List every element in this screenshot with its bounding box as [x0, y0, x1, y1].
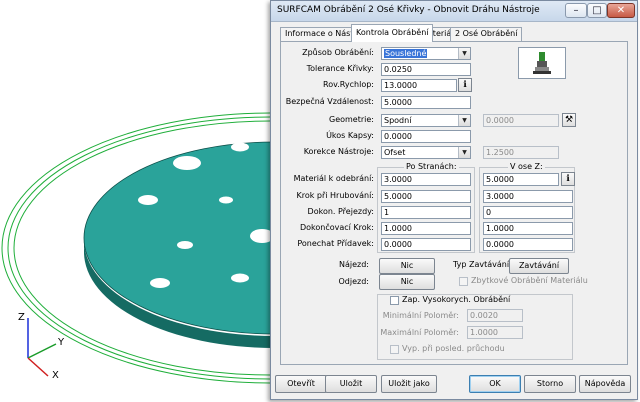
tolerance-label: Tolerance Křivky: — [306, 64, 374, 73]
ukos-input[interactable]: 0.0000 — [381, 130, 471, 143]
pass-row-label: Krok při Hrubování: — [296, 191, 374, 200]
pass-side-input[interactable]: 1 — [381, 206, 471, 219]
chevron-down-icon: ▼ — [458, 115, 470, 126]
korekce-label: Korekce Nástroje: — [303, 147, 374, 156]
ulozit-button[interactable]: Uložit — [325, 375, 377, 393]
zpusob-label: Způsob Obrábění: — [302, 48, 374, 57]
hole — [173, 156, 201, 170]
pass-side-input[interactable]: 0.0000 — [381, 238, 471, 251]
hsm-max-input[interactable]: 1.0000 — [467, 326, 523, 339]
hsm-vyp-label: Vyp. při posled. průchodu — [402, 344, 505, 353]
pass-side-input[interactable]: 1.0000 — [381, 222, 471, 235]
zbytkove-label: Zbytkové Obrábění Materiálu — [471, 276, 588, 285]
toolpath-dialog: SURFCAM Obrábění 2 Osé Křivky - Obnovit … — [270, 0, 638, 400]
odjezd-label: Odjezd: — [338, 277, 370, 286]
x-axis-line — [27, 357, 49, 377]
pass-z-input[interactable]: 0 — [483, 206, 573, 219]
maximize-button[interactable]: □ — [587, 3, 607, 18]
hole — [231, 273, 249, 283]
hsm-min-input[interactable]: 0.0020 — [467, 309, 523, 322]
info-icon[interactable]: ℹ — [561, 172, 575, 186]
hole — [219, 196, 233, 204]
geometrie-label: Geometrie: — [329, 115, 374, 124]
typ-label: Typ Zavtávání: — [453, 260, 512, 269]
tab-kontrola-obrabeni[interactable]: Kontrola Obrábění — [351, 24, 434, 42]
wrench-icon[interactable]: ⚒ — [562, 113, 576, 127]
zpusob-select[interactable]: Sousledné ▼ — [381, 47, 471, 60]
hsm-vyp-checkbox[interactable] — [390, 345, 399, 354]
y-axis-line — [27, 343, 57, 359]
tolerance-input[interactable]: 0.0250 — [381, 63, 471, 76]
pass-z-input[interactable]: 1.0000 — [483, 222, 573, 235]
napoveda-button[interactable]: Nápověda — [579, 375, 631, 393]
korekce-extra-input[interactable]: 1.2500 — [483, 146, 559, 159]
korekce-select[interactable]: Ofset ▼ — [381, 146, 471, 159]
storno-button[interactable]: Storno — [524, 375, 576, 393]
hsm-max-label: Maximální Poloměr: — [380, 328, 459, 337]
chevron-down-icon: ▼ — [458, 48, 470, 59]
geometrie-select[interactable]: Spodní ▼ — [381, 114, 471, 127]
pass-row-label: Dokon. Přejezdy: — [307, 207, 374, 216]
otevrit-button[interactable]: Otevřít — [275, 375, 327, 393]
ulozit-jako-button[interactable]: Uložit jako — [381, 375, 437, 393]
zbytkove-checkbox[interactable] — [459, 277, 468, 286]
hole — [177, 241, 193, 249]
dialog-title: SURFCAM Obrábění 2 Osé Křivky - Obnovit … — [277, 5, 540, 15]
zpusob-value: Sousledné — [384, 49, 428, 58]
geometrie-value: Spodní — [384, 116, 412, 125]
dialog-titlebar[interactable]: SURFCAM Obrábění 2 Osé Křivky - Obnovit … — [271, 1, 637, 22]
po-stranach-title: Po Stranách: — [404, 162, 459, 171]
rov-input[interactable]: 13.0000 — [381, 79, 457, 92]
pass-side-input[interactable]: 5.0000 — [381, 190, 471, 203]
pass-z-input[interactable]: 0.0000 — [483, 238, 573, 251]
geometrie-extra-input[interactable]: 0.0000 — [483, 114, 559, 127]
v-ose-z-title: V ose Z: — [508, 162, 545, 171]
minimize-button[interactable]: – — [565, 3, 587, 18]
pass-side-input[interactable]: 3.0000 — [381, 173, 471, 186]
odjezd-button[interactable]: Nic — [379, 274, 435, 290]
info-icon[interactable]: ℹ — [458, 78, 472, 92]
z-axis-label: Z — [18, 312, 25, 323]
hsm-enable-label: Zap. Vysokorych. Obrábění — [402, 295, 513, 304]
tool-icon — [533, 52, 551, 74]
tool-preview — [518, 47, 566, 79]
pass-row-label: Materiál k odebrání: — [293, 174, 374, 183]
hole — [231, 142, 249, 152]
bezp-label: Bezpečná Vzdálenost: — [285, 97, 374, 106]
hsm-enable-checkbox[interactable] — [390, 296, 399, 305]
hole — [138, 195, 158, 205]
rov-label: Rov.Rychlop: — [323, 80, 374, 89]
chevron-down-icon: ▼ — [458, 147, 470, 158]
pass-z-input[interactable]: 5.0000 — [483, 173, 559, 186]
y-axis-label: Y — [58, 337, 65, 348]
najezd-label: Nájezd: — [338, 260, 369, 269]
x-axis-label: X — [52, 370, 59, 381]
korekce-value: Ofset — [384, 148, 406, 157]
pass-z-input[interactable]: 3.0000 — [483, 190, 573, 203]
ukos-label: Úkos Kapsy: — [326, 131, 374, 140]
pass-row-label: Ponechat Přídavek: — [297, 239, 374, 248]
close-button[interactable]: ✕ — [607, 3, 635, 18]
najezd-button[interactable]: Nic — [379, 258, 435, 274]
pass-row-label: Dokončovací Krok: — [299, 223, 374, 232]
bezp-input[interactable]: 5.0000 — [381, 96, 471, 109]
ok-button[interactable]: OK — [469, 375, 521, 393]
zavtavani-button[interactable]: Zavtávání — [509, 258, 569, 274]
hsm-min-label: Minimální Poloměr: — [382, 311, 459, 320]
tab-2-ose-obrabeni[interactable]: 2 Osé Obrábění — [450, 27, 523, 41]
hole — [150, 278, 170, 288]
